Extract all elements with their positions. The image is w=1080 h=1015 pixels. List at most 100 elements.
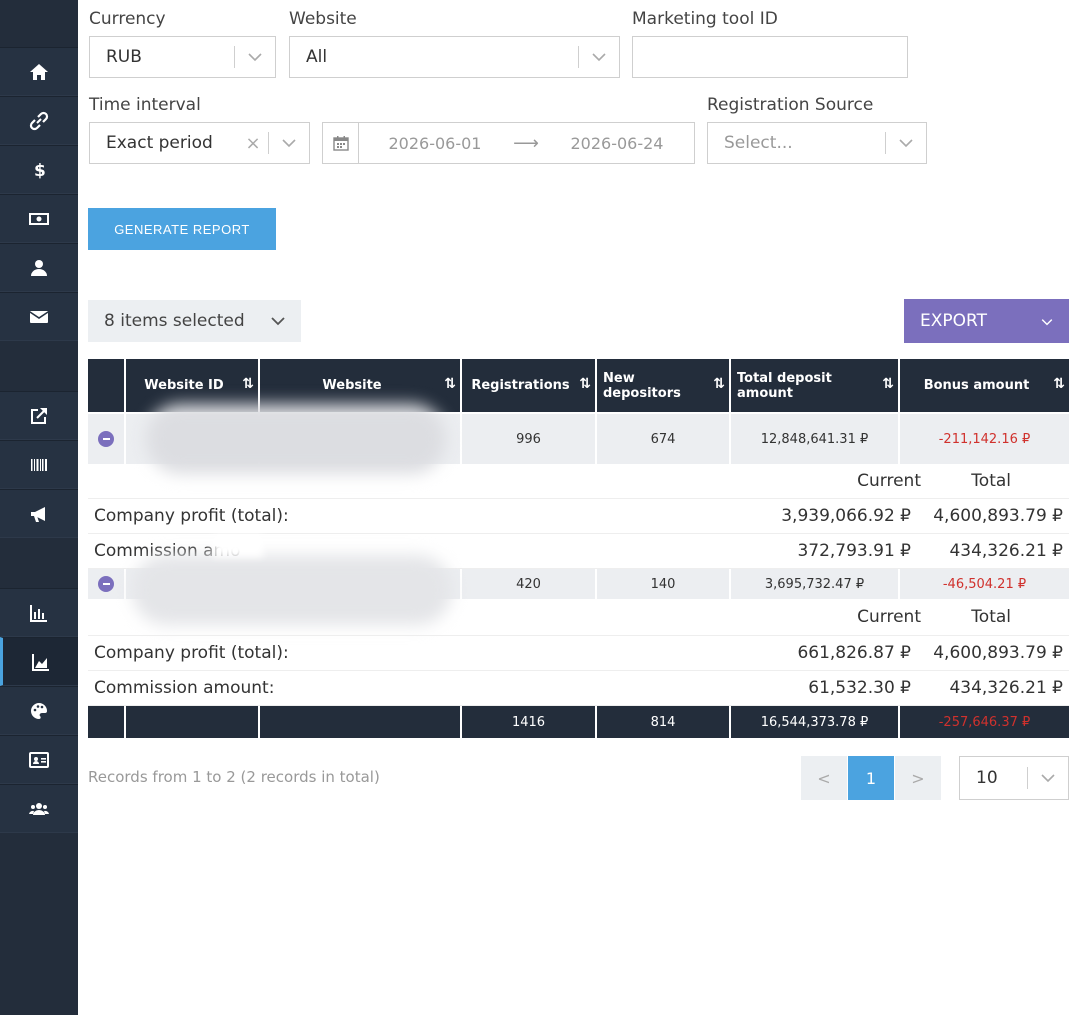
footer-cell	[260, 706, 462, 738]
sidebar-item-promocodes[interactable]	[0, 440, 78, 489]
table-footer: 1416 814 16,544,373.78 ₽ -257,646.37 ₽	[88, 706, 1069, 738]
dollar-icon: $	[34, 161, 46, 180]
date-range-picker[interactable]: 2026-06-01 ⟶ 2026-06-24	[322, 122, 695, 164]
sidebar-item-payments[interactable]	[0, 194, 78, 243]
columns-select[interactable]: 8 items selected	[88, 300, 301, 342]
sidebar-item-messages[interactable]	[0, 292, 78, 341]
footer-registrations: 1416	[462, 706, 597, 738]
sidebar-item-team[interactable]	[0, 784, 78, 833]
sidebar-item-promo-links[interactable]	[0, 391, 78, 440]
external-link-icon	[31, 407, 47, 424]
sidebar-item-home[interactable]	[0, 47, 78, 96]
currency-label: Currency	[89, 9, 166, 29]
summary-commission: Commission amount: 61,532.30 ₽ 434,326.2…	[88, 671, 1069, 706]
page-size-select[interactable]: 10	[959, 756, 1069, 800]
chevron-down-icon[interactable]	[269, 138, 309, 148]
registration-source-select[interactable]: Select...	[707, 122, 927, 164]
user-icon	[31, 259, 47, 276]
chevron-down-icon[interactable]	[579, 52, 619, 62]
sidebar-item-contacts[interactable]	[0, 735, 78, 784]
marketing-tool-label: Marketing tool ID	[632, 9, 778, 29]
company-profit-label: Company profit (total):	[94, 643, 289, 663]
sidebar-spacer-2	[0, 538, 78, 588]
currency-select[interactable]: RUB	[89, 36, 276, 78]
registration-source-placeholder: Select...	[724, 133, 793, 153]
cell-bonus-amount: -211,142.16 ₽	[938, 431, 1031, 447]
cell-registrations: 420	[462, 569, 597, 599]
summary-company-profit: Company profit (total): 3,939,066.92 ₽ 4…	[88, 499, 1069, 534]
company-profit-total: 4,600,893.79 ₽	[933, 643, 1063, 663]
chevron-down-icon[interactable]	[1028, 773, 1068, 783]
sidebar-item-links[interactable]	[0, 96, 78, 145]
row-expand[interactable]	[88, 414, 126, 464]
commission-total: 434,326.21 ₽	[949, 541, 1063, 561]
collapse-icon[interactable]	[98, 576, 114, 592]
export-button[interactable]: EXPORT	[904, 299, 1069, 343]
pagination-prev-button[interactable]: <	[801, 756, 847, 800]
generate-report-button[interactable]: GENERATE REPORT	[88, 208, 276, 250]
header-new-depositors[interactable]: New depositors ⇅	[597, 359, 731, 412]
summary-company-profit: Company profit (total): 661,826.87 ₽ 4,6…	[88, 636, 1069, 671]
company-profit-label: Company profit (total):	[94, 506, 289, 526]
pagination-next-button[interactable]: >	[895, 756, 941, 800]
sort-icon[interactable]: ⇅	[882, 376, 894, 392]
current-label: Current	[857, 471, 921, 491]
id-card-icon	[29, 751, 49, 768]
date-to[interactable]: 2026-06-24	[541, 134, 693, 153]
footer-new-depositors: 814	[597, 706, 731, 738]
total-label: Total	[971, 607, 1011, 627]
sidebar-item-appearance[interactable]	[0, 686, 78, 735]
sort-icon[interactable]: ⇅	[444, 376, 456, 392]
time-interval-value: Exact period	[106, 133, 213, 153]
header-label: Website	[322, 378, 382, 393]
sidebar-item-finance[interactable]: $	[0, 145, 78, 194]
sidebar-item-profile[interactable]	[0, 243, 78, 292]
sort-icon[interactable]: ⇅	[1053, 376, 1065, 392]
sidebar-spacer	[0, 341, 78, 391]
redacted-blur	[213, 535, 263, 557]
pagination-page-1[interactable]: 1	[848, 756, 894, 800]
sort-icon[interactable]: ⇅	[242, 376, 254, 392]
palette-icon	[31, 702, 47, 719]
commission-current: 61,532.30 ₽	[808, 678, 911, 698]
chevron-down-icon[interactable]	[886, 138, 926, 148]
sort-icon[interactable]: ⇅	[713, 376, 725, 392]
header-expand	[88, 359, 126, 412]
money-icon	[29, 212, 49, 225]
mail-icon	[29, 310, 49, 323]
website-value: All	[306, 47, 328, 67]
chevron-down-icon[interactable]	[235, 52, 275, 62]
company-profit-total: 4,600,893.79 ₽	[933, 506, 1063, 526]
chevron-down-icon	[1041, 311, 1053, 331]
marketing-tool-input[interactable]	[632, 36, 908, 78]
date-from[interactable]: 2026-06-01	[359, 134, 511, 153]
sort-icon[interactable]: ⇅	[579, 376, 591, 392]
sidebar: $	[0, 0, 78, 1015]
clear-icon[interactable]: ×	[238, 133, 268, 154]
row-expand[interactable]	[88, 569, 126, 599]
commission-total: 434,326.21 ₽	[949, 678, 1063, 698]
barcode-icon	[31, 458, 47, 471]
time-interval-select[interactable]: Exact period ×	[89, 122, 310, 164]
cell-new-depositors: 674	[597, 414, 731, 464]
footer-total-deposit: 16,544,373.78 ₽	[731, 706, 900, 738]
summary-header: Current Total	[88, 599, 1069, 636]
megaphone-icon	[31, 506, 45, 522]
area-chart-icon	[31, 653, 49, 671]
header-total-deposit[interactable]: Total deposit amount ⇅	[731, 359, 900, 412]
collapse-icon[interactable]	[98, 431, 114, 447]
sidebar-item-reports[interactable]	[0, 637, 78, 686]
company-profit-current: 661,826.87 ₽	[797, 643, 911, 663]
cell-total-deposit: 12,848,641.31 ₽	[731, 414, 900, 464]
header-registrations[interactable]: Registrations ⇅	[462, 359, 597, 412]
header-bonus-amount[interactable]: Bonus amount ⇅	[900, 359, 1069, 412]
website-select[interactable]: All	[289, 36, 620, 78]
cell-registrations: 996	[462, 414, 597, 464]
sidebar-item-campaigns[interactable]	[0, 489, 78, 538]
records-summary: Records from 1 to 2 (2 records in total)	[88, 768, 380, 786]
arrow-right-icon: ⟶	[513, 132, 539, 154]
calendar-icon[interactable]	[323, 123, 359, 163]
bar-chart-icon	[30, 604, 47, 622]
sidebar-item-statistics[interactable]	[0, 588, 78, 637]
cell-bonus-amount: -46,504.21 ₽	[942, 576, 1027, 592]
